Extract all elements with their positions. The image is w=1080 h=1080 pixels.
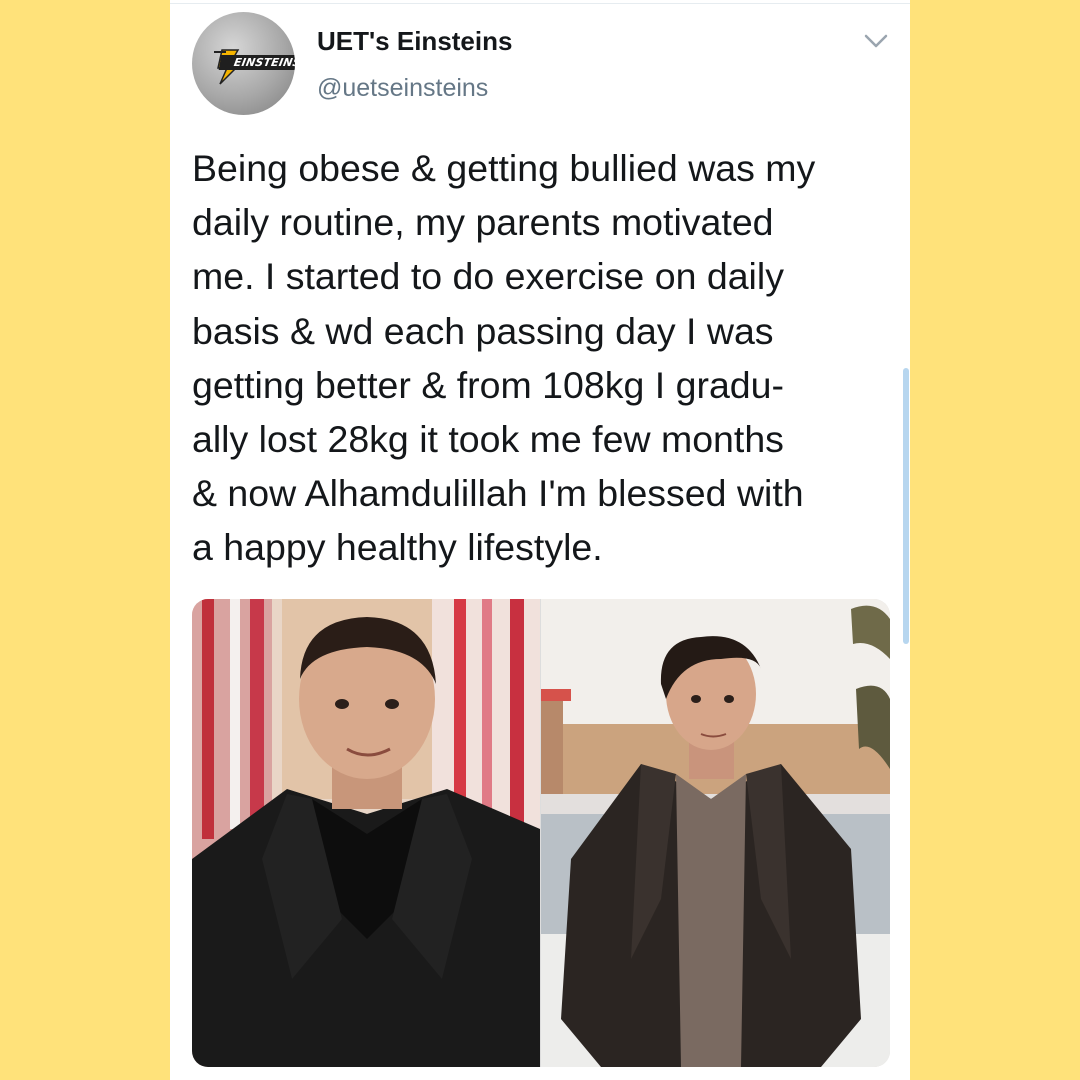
- tweet-text: Being obese & getting bullied was my dai…: [192, 141, 892, 575]
- tweet-text-line: & now Alhamdulillah I'm blessed with: [192, 472, 804, 515]
- divider: [170, 3, 910, 4]
- tweet-text-line: ally lost 28kg it took me few months: [192, 418, 784, 461]
- tweet-text-line: daily routine, my parents motivated: [192, 201, 774, 244]
- after-photo[interactable]: [541, 599, 890, 1067]
- tweet-text-line: Being obese & getting bullied was my: [192, 147, 816, 189]
- before-photo[interactable]: [192, 599, 540, 1067]
- tweet-text-line: getting better & from 108kg I gradu-: [192, 363, 784, 406]
- user-handle[interactable]: @uetseinsteins: [317, 74, 488, 103]
- tweet-media[interactable]: [192, 599, 890, 1067]
- tweet-text-line: basis & wd each passing day I was: [192, 309, 774, 352]
- scrollbar-thumb[interactable]: [903, 368, 909, 644]
- tweet-card[interactable]: EINSTEINS UET's Einsteins @uetseinsteins…: [170, 0, 910, 1080]
- avatar-logo-text: EINSTEINS: [218, 55, 295, 70]
- avatar[interactable]: EINSTEINS: [192, 12, 295, 115]
- display-name[interactable]: UET's Einsteins: [317, 26, 512, 57]
- tweet-text-line: a happy healthy lifestyle.: [192, 526, 603, 569]
- chevron-down-icon[interactable]: [863, 32, 889, 50]
- tweet-text-line: me. I started to do exercise on daily: [192, 255, 784, 298]
